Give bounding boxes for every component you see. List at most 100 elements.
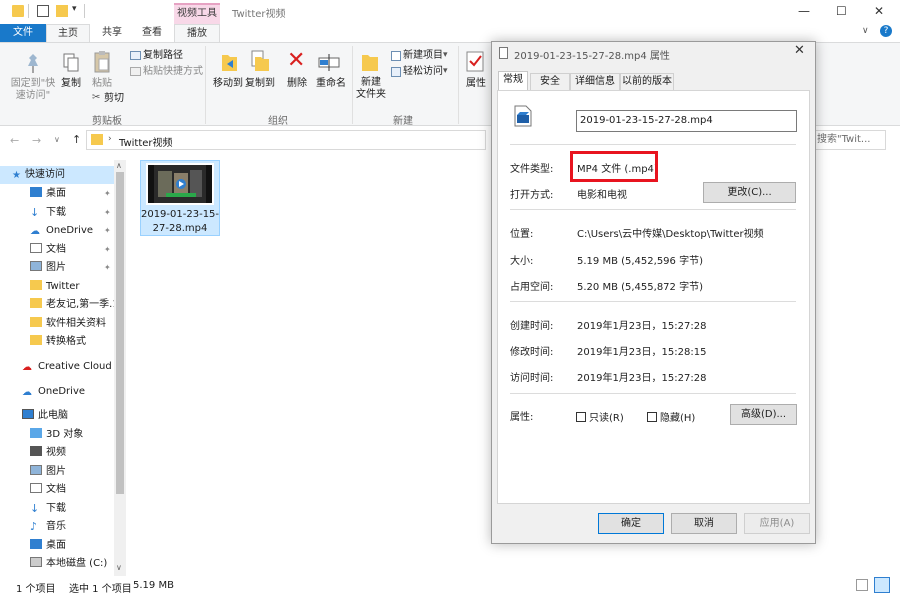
nav-item[interactable]: 视频 [0,444,114,462]
nav-quick-access[interactable]: ★ 快速访问 [0,166,114,184]
paste-shortcut-icon [130,67,141,76]
tab-play[interactable]: 播放 [174,24,220,42]
nav-item[interactable]: 图片 [0,463,114,481]
dialog-close-button[interactable]: ✕ [794,43,805,58]
copy-button[interactable]: 复制 [58,78,84,90]
search-input[interactable]: 搜索"Twit... [808,130,886,150]
advanced-button[interactable]: 高级(D)... [730,404,797,425]
help-icon[interactable]: ? [880,25,892,37]
new-folder-icon [361,51,379,76]
recent-dropdown-icon[interactable]: ∨ [54,135,60,144]
details-view-icon[interactable] [856,579,868,591]
checkbox-icon [576,412,586,422]
tab-general[interactable]: 常规 [498,71,528,91]
tab-security[interactable]: 安全 [530,73,570,91]
change-button[interactable]: 更改(C)... [703,182,796,203]
tab-home[interactable]: 主页 [46,24,90,42]
tab-details[interactable]: 详细信息 [570,73,620,91]
pin-quick-access-button[interactable]: 固定到"快速访问" [8,78,58,102]
file-icon [499,47,508,59]
readonly-checkbox[interactable]: 只读(R) [576,409,624,424]
close-button[interactable]: ✕ [874,4,884,18]
properties-button[interactable]: 属性 [463,78,489,90]
filename-input[interactable]: 2019-01-23-15-27-28.mp4 [576,110,797,132]
nav-item[interactable]: ↓ 下载 ✦ [0,204,114,222]
cloud-icon: ☁ [30,226,40,237]
dropdown-arrow-icon[interactable]: ▾ [443,50,448,60]
nav-creative-cloud[interactable]: ☁ Creative Cloud F [0,358,114,376]
folder-icon [30,298,42,308]
nav-item[interactable]: Twitter [0,278,114,296]
nav-item[interactable]: 老友记,第一季.1 [0,296,114,314]
nav-item[interactable]: 转换格式 [0,333,114,351]
paste-shortcut-button[interactable]: 粘贴快捷方式 [143,66,203,78]
scroll-down-icon[interactable]: ∨ [116,563,122,572]
copy-to-icon [249,49,271,76]
ribbon-collapse-icon[interactable]: ∨ [862,26,869,36]
nav-scrollbar-thumb[interactable] [116,172,124,494]
download-icon: ↓ [30,206,40,219]
nav-item[interactable]: 图片 ✦ [0,259,114,277]
scroll-up-icon[interactable]: ∧ [116,161,122,170]
tab-previous-versions[interactable]: 以前的版本 [620,73,674,91]
nav-item[interactable]: 3D 对象 [0,426,114,444]
up-arrow-icon[interactable]: ↑ [72,133,81,146]
nav-item[interactable]: 桌面 ✦ [0,185,114,203]
breadcrumb[interactable]: Twitter视频 [119,134,173,149]
copy-path-icon [130,51,141,60]
location-value: C:\Users\云中传媒\Desktop\Twitter视频 [577,229,764,240]
folder-icon [91,134,103,145]
nav-item[interactable]: ♪ 音乐 [0,518,114,536]
nav-this-pc[interactable]: 此电脑 [0,407,114,425]
dialog-title: 2019-01-23-15-27-28.mp4 属性 [514,51,670,62]
nav-item[interactable]: ↓ 下载 [0,500,114,518]
accessed-value: 2019年1月23日，15:27:28 [577,373,707,384]
cloud-icon: ☁ [22,387,32,398]
folder-icon[interactable] [12,5,24,17]
dropdown-arrow-icon[interactable]: ▾ [443,66,448,76]
copy-to-button[interactable]: 复制到 [243,78,277,90]
ribbon-separator [352,46,353,124]
nav-item[interactable]: 文档 [0,481,114,499]
new-folder-button[interactable]: 新建 文件夹 [354,77,388,101]
creative-cloud-icon: ☁ [22,362,32,373]
minimize-button[interactable]: — [798,4,810,18]
nav-item[interactable]: 本地磁盘 (C:) [0,555,114,573]
modified-label: 修改时间: [510,347,554,358]
tab-file[interactable]: 文件 [0,24,46,42]
divider [510,209,796,210]
move-to-button[interactable]: 移动到 [211,78,245,90]
nav-item[interactable]: 文档 ✦ [0,241,114,259]
easy-access-button[interactable]: 轻松访问 [403,66,443,78]
rename-button[interactable]: 重命名 [314,78,348,90]
divider [28,4,29,18]
forward-arrow-icon[interactable]: → [32,134,41,147]
apply-button[interactable]: 应用(A) [744,513,810,534]
cancel-button[interactable]: 取消 [671,513,737,534]
maximize-button[interactable]: ☐ [836,4,847,18]
ok-button[interactable]: 确定 [598,513,664,534]
nav-onedrive[interactable]: ☁ OneDrive [0,383,114,401]
copy-path-button[interactable]: 复制路径 [143,50,183,62]
properties-icon [466,51,484,76]
nav-item[interactable]: 软件相关资料 [0,315,114,333]
paste-button[interactable]: 粘贴 [89,78,115,90]
cut-button[interactable]: 剪切 [104,93,124,105]
properties-check-icon[interactable] [37,5,49,17]
size-value: 5.19 MB (5,452,596 字节) [577,256,703,267]
new-folder-icon[interactable] [56,5,68,17]
nav-item[interactable]: ☁ OneDrive ✦ [0,222,114,240]
back-arrow-icon[interactable]: ← [10,134,19,147]
delete-button[interactable]: 删除 [284,78,310,90]
delete-icon: ✕ [287,48,306,73]
nav-item[interactable]: 桌面 [0,537,114,555]
file-name-label: 2019-01-23-15- 27-28.mp4 [140,209,220,234]
new-item-button[interactable]: 新建项目 [403,50,443,62]
large-icons-view-icon[interactable] [874,577,890,593]
tab-view[interactable]: 查看 [132,24,172,42]
paste-icon [93,50,111,77]
customize-quick-access-icon[interactable]: ▾ [72,4,77,14]
tab-share[interactable]: 共享 [92,24,132,42]
hidden-checkbox[interactable]: 隐藏(H) [647,409,695,424]
modified-value: 2019年1月23日，15:28:15 [577,347,707,358]
